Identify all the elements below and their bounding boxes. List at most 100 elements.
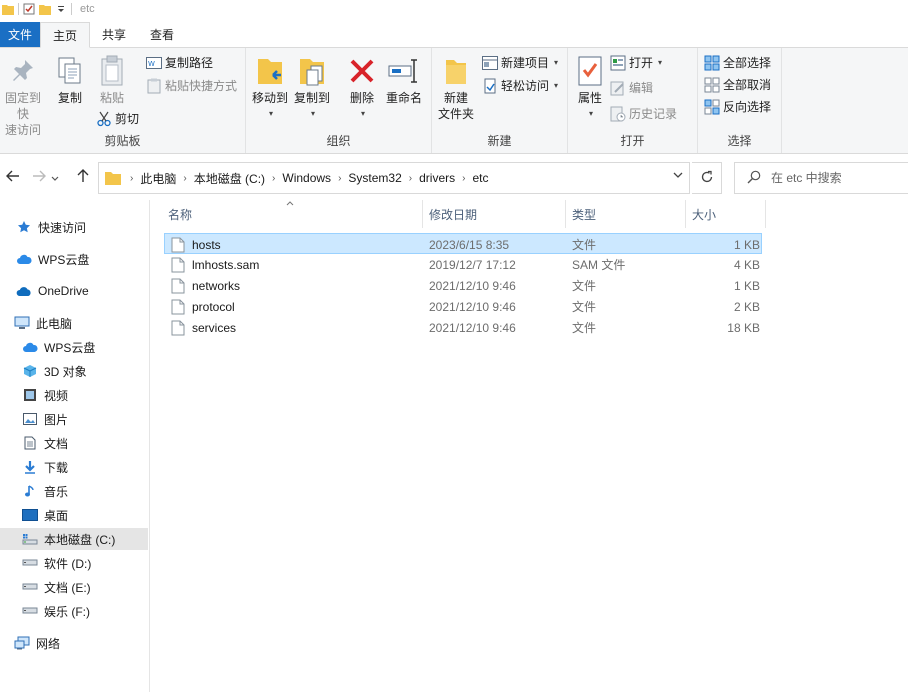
edit-button[interactable]: 编辑 [610, 79, 653, 96]
file-row[interactable]: hosts 2023/6/15 8:35 文件 1 KB [164, 233, 762, 254]
nav-item-label: 图片 [44, 412, 69, 427]
breadcrumb-system32[interactable]: System32 [344, 171, 405, 185]
nav-item-downloads[interactable]: 下载 [0, 456, 148, 478]
folder-icon [105, 171, 121, 185]
select-all-button[interactable]: 全部选择 [704, 54, 771, 71]
file-row[interactable]: lmhosts.sam 2019/12/7 17:12 SAM 文件 4 KB [164, 254, 762, 275]
nav-item-drive-f[interactable]: 娱乐 (F:) [0, 600, 148, 622]
breadcrumb-drivers[interactable]: drivers [415, 171, 459, 185]
drive-icon [22, 579, 38, 595]
move-to-button[interactable]: 移动到 ▾ [250, 54, 290, 122]
nav-item-label: OneDrive [38, 284, 89, 298]
nav-item-network[interactable]: 网络 [0, 632, 148, 654]
file-type: 文件 [572, 300, 597, 314]
chevron-right-icon[interactable]: › [335, 173, 344, 184]
file-row[interactable]: services 2021/12/10 9:46 文件 18 KB [164, 317, 762, 338]
file-name-cell: protocol [171, 296, 235, 317]
nav-item-quick-access[interactable]: 快速访问 [0, 216, 148, 238]
nav-item-label: 文档 [44, 436, 69, 451]
nav-item-wps-cloud[interactable]: WPS云盘 [0, 248, 148, 270]
tab-file[interactable]: 文件 [0, 22, 40, 47]
select-none-icon [704, 77, 720, 93]
nav-item-drive-e[interactable]: 文档 (E:) [0, 576, 148, 598]
copy-button[interactable]: 复制 [52, 54, 88, 106]
nav-item-music[interactable]: 音乐 [0, 480, 148, 502]
folder-icon[interactable] [2, 3, 14, 15]
checkbox-icon[interactable] [23, 3, 35, 15]
column-header-type[interactable]: 类型 [566, 200, 686, 228]
chevron-right-icon[interactable]: › [406, 173, 415, 184]
back-button[interactable] [0, 164, 26, 190]
nav-item-label: 本地磁盘 (C:) [44, 532, 116, 547]
cut-button[interactable]: 剪切 [96, 110, 139, 127]
nav-item-desktop[interactable]: 桌面 [0, 504, 148, 526]
search-input[interactable] [771, 171, 901, 185]
document-icon [22, 435, 38, 451]
chevron-right-icon[interactable]: › [180, 173, 189, 184]
history-button[interactable]: 历史记录 [610, 105, 677, 122]
nav-item-wps-cloud-pc[interactable]: WPS云盘 [0, 336, 148, 358]
refresh-button[interactable] [692, 162, 722, 194]
nav-item-this-pc[interactable]: 此电脑 [0, 312, 148, 334]
nav-item-pictures[interactable]: 图片 [0, 408, 148, 430]
nav-item-onedrive[interactable]: OneDrive [0, 280, 148, 302]
breadcrumb-local-disk[interactable]: 本地磁盘 (C:) [190, 170, 269, 187]
nav-item-local-disk-c[interactable]: 本地磁盘 (C:) [0, 528, 148, 550]
column-header-size[interactable]: 大小 [686, 200, 766, 228]
new-item-button[interactable]: 新建项目 ▾ [482, 54, 558, 71]
open-button[interactable]: 打开 ▾ [610, 54, 662, 71]
easy-access-button[interactable]: 轻松访问 ▾ [482, 77, 558, 94]
delete-button[interactable]: 删除 ▾ [344, 54, 380, 122]
drive-icon [22, 603, 38, 619]
column-header-modified[interactable]: 修改日期 [423, 200, 566, 228]
invert-selection-button[interactable]: 反向选择 [704, 98, 771, 115]
download-icon [22, 459, 38, 475]
breadcrumb-etc[interactable]: etc [468, 171, 492, 185]
select-group-label: 选择 [727, 134, 752, 148]
column-header-name[interactable]: 名称 [162, 200, 423, 228]
address-dropdown-button[interactable] [673, 171, 683, 182]
file-row[interactable]: protocol 2021/12/10 9:46 文件 2 KB [164, 296, 762, 317]
chevron-right-icon[interactable]: › [269, 173, 278, 184]
file-row[interactable]: networks 2021/12/10 9:46 文件 1 KB [164, 275, 762, 296]
file-type: 文件 [572, 238, 597, 252]
select-none-button[interactable]: 全部取消 [704, 76, 771, 93]
new-folder-button[interactable]: 新建 文件夹 [436, 54, 476, 122]
tab-share[interactable]: 共享 [90, 22, 138, 47]
copy-icon [54, 54, 86, 88]
nav-item-label: 网络 [36, 636, 61, 651]
nav-item-videos[interactable]: 视频 [0, 384, 148, 406]
onedrive-icon [16, 283, 32, 299]
breadcrumb-this-pc[interactable]: 此电脑 [136, 170, 180, 187]
tab-view[interactable]: 查看 [138, 22, 186, 47]
new-item-icon [482, 55, 498, 71]
search-box[interactable] [734, 162, 908, 194]
breadcrumb-windows[interactable]: Windows [278, 171, 335, 185]
properties-button[interactable]: 属性 ▾ [572, 54, 608, 122]
copy-to-button[interactable]: 复制到 ▾ [292, 54, 332, 122]
chevron-right-icon[interactable]: › [459, 173, 468, 184]
rename-button[interactable]: 重命名 [382, 54, 426, 106]
nav-item-documents[interactable]: 文档 [0, 432, 148, 454]
recent-locations-button[interactable] [46, 164, 64, 190]
copy-path-button[interactable]: W 复制路径 [146, 54, 213, 71]
easy-access-label: 轻松访问 [501, 79, 550, 93]
navigation-pane: 快速访问 WPS云盘 OneDrive 此电脑 WPS云盘 3D 对象 视频 图… [0, 200, 150, 692]
paste-shortcut-button[interactable]: 粘贴快捷方式 [146, 77, 237, 94]
folder-icon[interactable] [39, 3, 51, 15]
nav-item-label: WPS云盘 [44, 340, 96, 355]
address-bar[interactable]: › 此电脑 › 本地磁盘 (C:) › Windows › System32 ›… [98, 162, 690, 194]
paste-button[interactable]: 粘贴 [94, 54, 130, 106]
pin-quick-access-button[interactable]: 固定到快 速访问 [0, 54, 46, 138]
video-icon [22, 387, 38, 403]
dropdown-icon[interactable] [55, 3, 67, 15]
nav-item-3d-objects[interactable]: 3D 对象 [0, 360, 148, 382]
nav-item-drive-d[interactable]: 软件 (D:) [0, 552, 148, 574]
tab-home[interactable]: 主页 [40, 22, 91, 48]
select-all-icon [704, 55, 720, 71]
up-button[interactable] [70, 164, 96, 190]
scissors-icon [96, 111, 112, 127]
nav-item-label: 娱乐 (F:) [44, 604, 90, 619]
edit-label: 编辑 [629, 81, 654, 95]
file-name: networks [192, 278, 241, 293]
